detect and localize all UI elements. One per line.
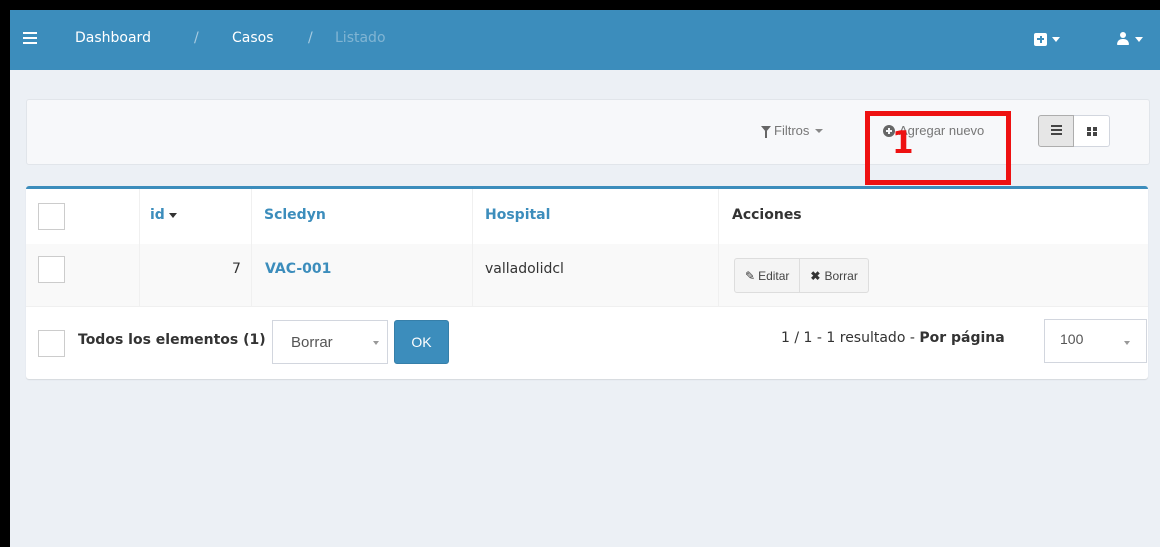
delete-label: Borrar — [824, 268, 858, 283]
all-elements-checkbox[interactable] — [38, 330, 65, 357]
select-arrow-icon — [1124, 341, 1130, 345]
user-icon — [1116, 32, 1130, 46]
list-icon — [1050, 125, 1062, 137]
cell-id: 7 — [232, 261, 241, 277]
create-menu-button[interactable] — [1034, 28, 1060, 50]
user-menu-button[interactable] — [1116, 28, 1143, 50]
ok-button[interactable]: OK — [394, 320, 449, 364]
cell-hospital: valladolidcl — [485, 261, 564, 277]
pagination-info: 1 / 1 - 1 resultado - Por página — [781, 330, 1005, 346]
batch-action-select[interactable]: Borrar — [272, 320, 388, 364]
table-header-row: id Scledyn Hospital Acciones — [26, 189, 1148, 245]
list-toolbar: Filtros Agregar nuevo 1 — [26, 99, 1150, 185]
per-page-value: 100 — [1060, 331, 1084, 347]
batch-action-value: Borrar — [291, 334, 333, 351]
annotation-highlight-box — [865, 111, 1011, 185]
caret-down-icon — [815, 128, 824, 133]
row-checkbox[interactable] — [38, 256, 65, 283]
results-table-box: id Scledyn Hospital Acciones 7 VAC-001 v… — [26, 186, 1148, 379]
breadcrumb-casos[interactable]: Casos — [232, 30, 274, 46]
plus-square-icon — [1034, 32, 1047, 46]
caret-down-icon — [1052, 36, 1060, 42]
caret-down-icon — [1135, 36, 1143, 42]
breadcrumb-current: Listado — [335, 30, 386, 46]
select-all-checkbox[interactable] — [38, 203, 65, 230]
delete-button[interactable]: ✖ Borrar — [800, 258, 869, 293]
select-arrow-icon — [373, 341, 379, 345]
all-elements-label: Todos los elementos (1) — [78, 332, 266, 348]
filters-button[interactable]: Filtros — [761, 123, 824, 138]
menu-toggle-icon[interactable] — [23, 32, 37, 46]
table-footer: Todos los elementos (1) Borrar OK 1 / 1 … — [26, 306, 1148, 376]
column-header-acciones: Acciones — [732, 207, 802, 223]
sort-desc-icon — [168, 212, 177, 218]
column-header-scledyn[interactable]: Scledyn — [264, 207, 326, 223]
list-view-button[interactable] — [1038, 115, 1074, 147]
breadcrumb-separator: / — [194, 30, 199, 46]
filter-icon — [761, 125, 771, 138]
column-header-hospital[interactable]: Hospital — [485, 207, 550, 223]
per-page-select[interactable]: 100 — [1044, 319, 1147, 363]
edit-button[interactable]: ✎ Editar — [734, 258, 801, 293]
pencil-icon: ✎ — [745, 268, 756, 283]
app-window: Dashboard / Casos / Listado Filtros Agre… — [10, 10, 1160, 547]
breadcrumb-separator: / — [308, 30, 313, 46]
cell-scledyn-link[interactable]: VAC-001 — [265, 261, 331, 277]
grid-view-button[interactable] — [1074, 115, 1110, 147]
column-header-id[interactable]: id — [150, 207, 177, 223]
top-navbar: Dashboard / Casos / Listado — [10, 10, 1160, 70]
breadcrumb-dashboard[interactable]: Dashboard — [75, 30, 151, 46]
table-row: 7 VAC-001 valladolidcl ✎ Editar ✖ Borrar — [26, 244, 1148, 307]
close-icon: ✖ — [810, 268, 821, 283]
row-actions: ✎ Editar ✖ Borrar — [734, 258, 869, 293]
view-toggle — [1038, 115, 1110, 147]
pagination-text: 1 / 1 - 1 resultado - — [781, 330, 915, 346]
filters-label: Filtros — [774, 123, 810, 138]
grid-icon — [1086, 126, 1097, 136]
edit-label: Editar — [758, 268, 790, 283]
per-page-label: Por página — [919, 330, 1005, 346]
annotation-number: 1 — [892, 125, 914, 161]
